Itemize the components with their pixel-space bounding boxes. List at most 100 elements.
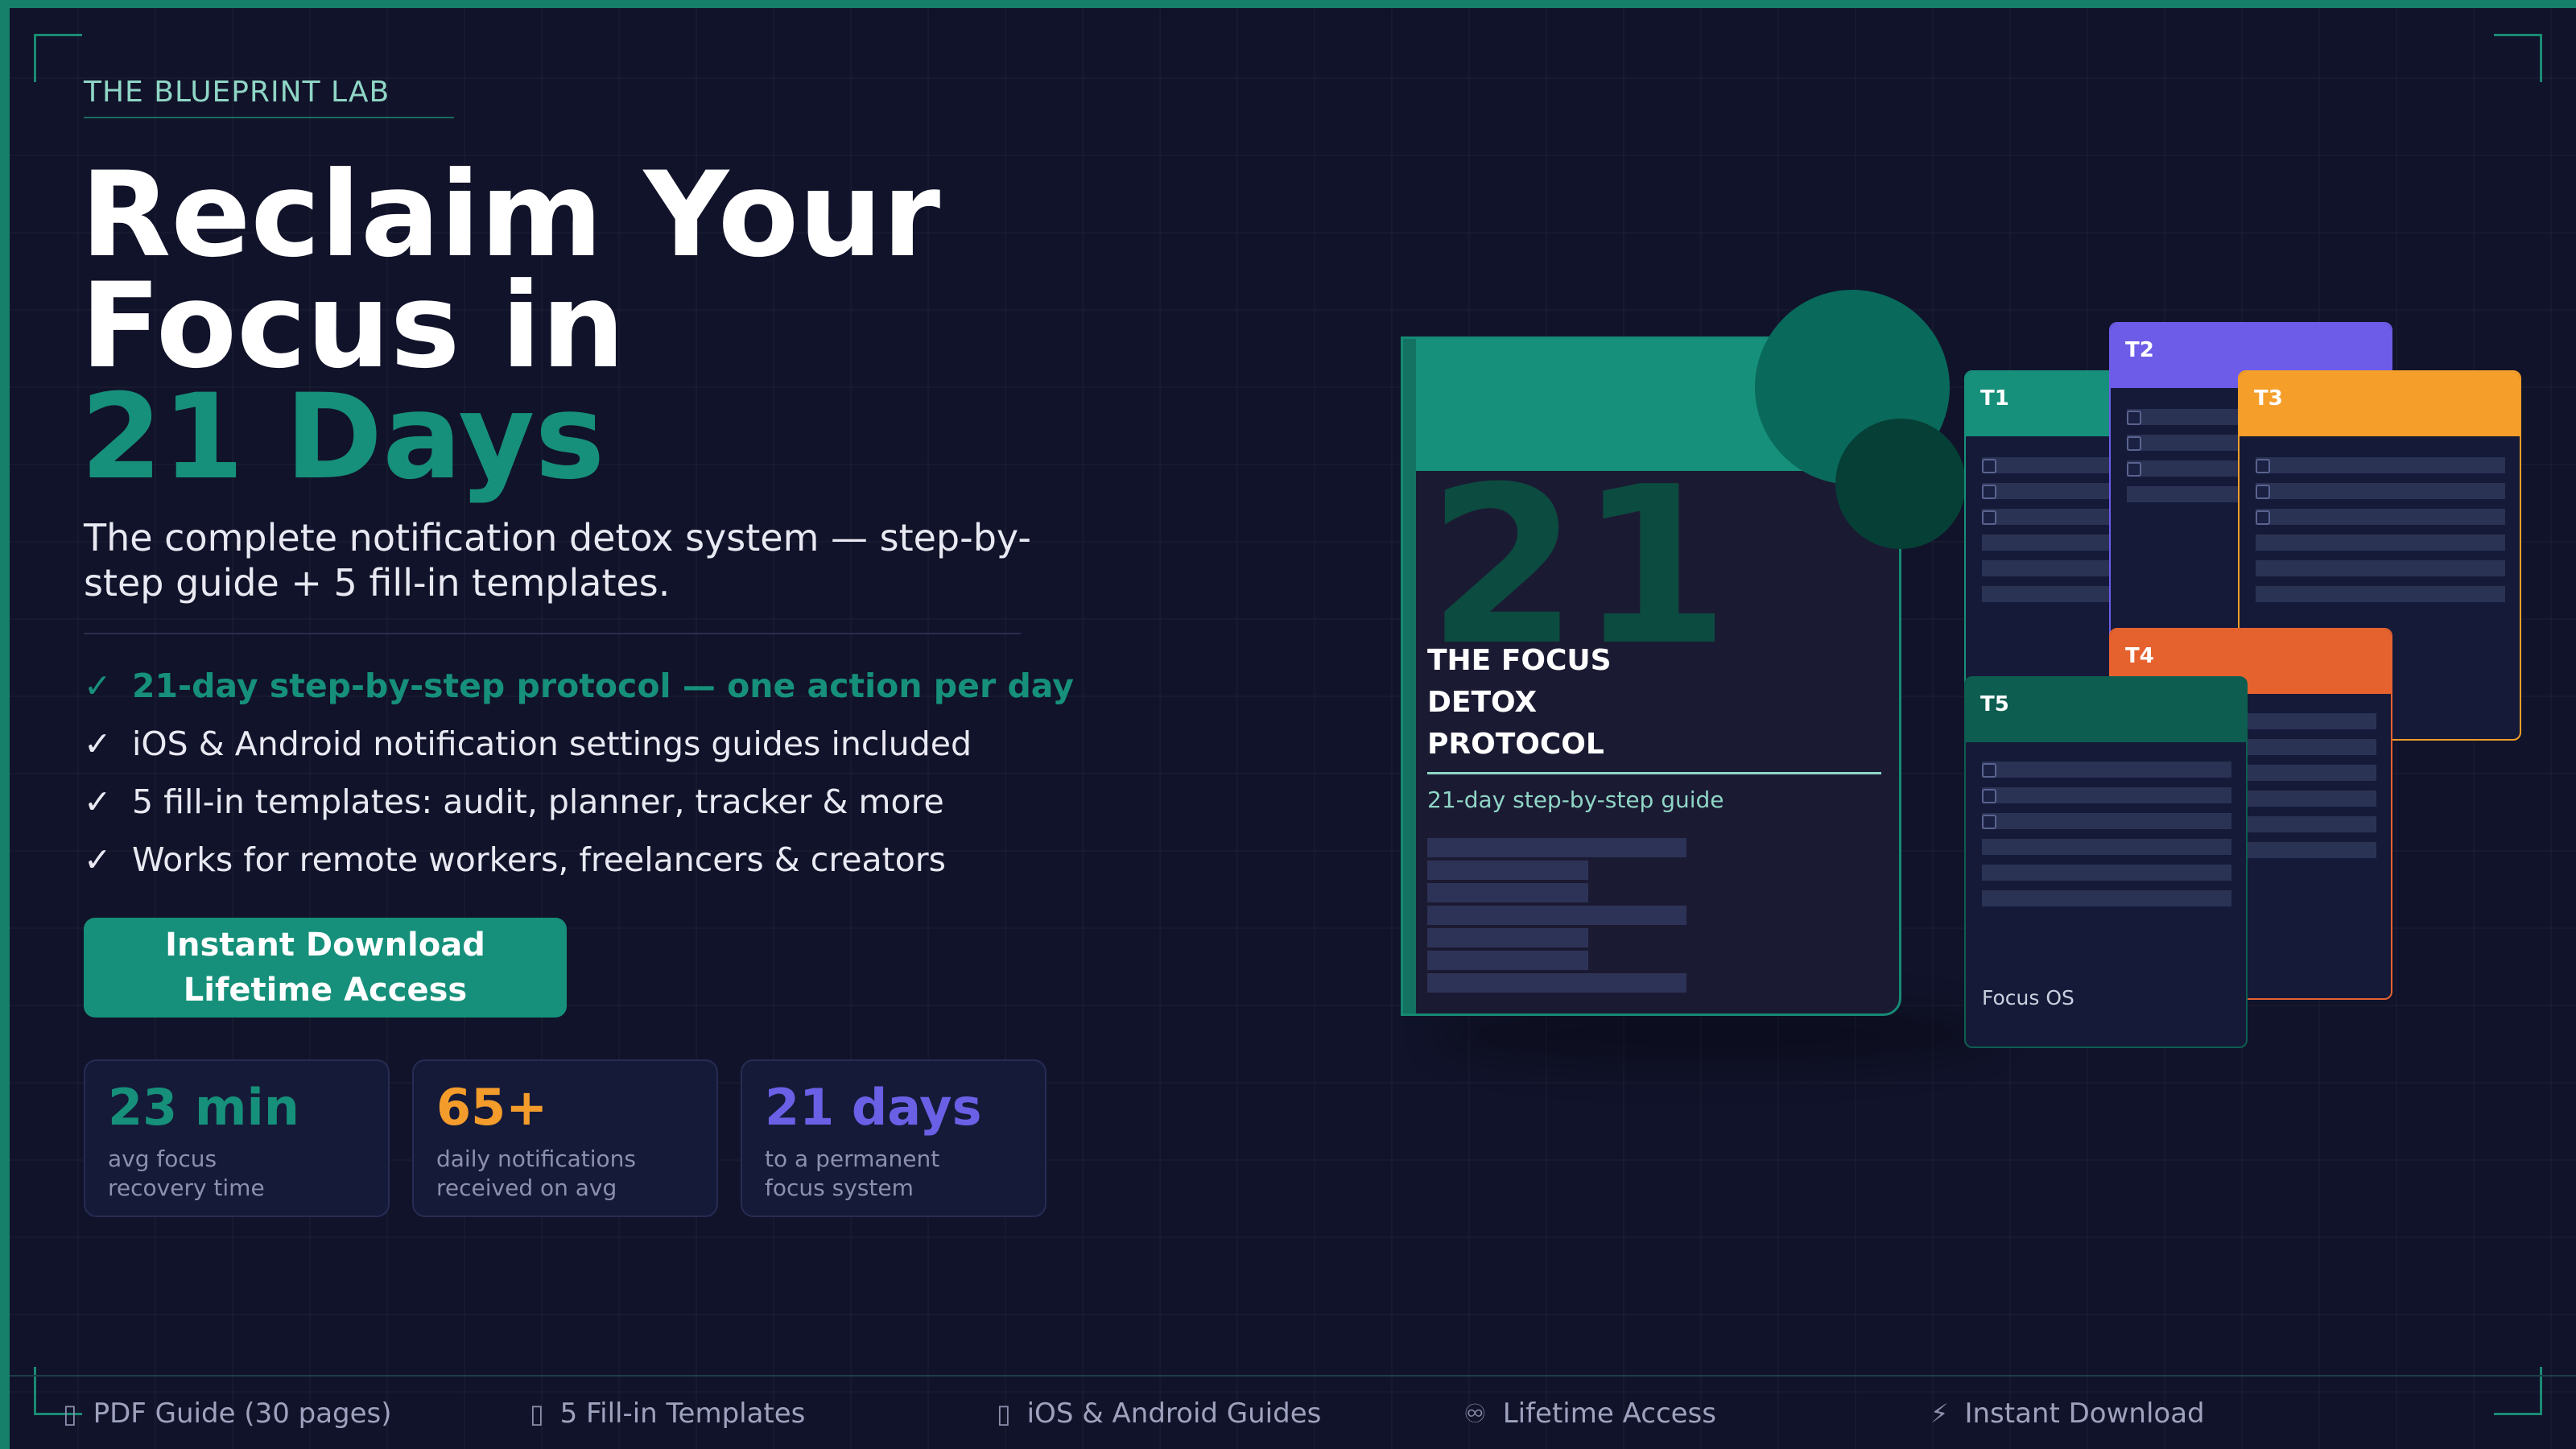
template-row	[1982, 813, 2231, 829]
stat-label-line: to a permanent	[765, 1146, 940, 1172]
footer-item-label: Instant Download	[1964, 1397, 2205, 1430]
headline-line-1: Reclaim Your	[80, 147, 941, 283]
book-text-line	[1427, 906, 1686, 925]
template-row	[2256, 483, 2505, 499]
cta-line-2: Lifetime Access	[183, 972, 468, 1009]
footer-item-lifetime: ♾ Lifetime Access	[1463, 1397, 1716, 1430]
feature-text: Works for remote workers, freelancers & …	[132, 840, 947, 879]
feature-text: 21-day step-by-step protocol — one actio…	[132, 667, 1074, 705]
book-title-line: THE FOCUS	[1427, 644, 1612, 677]
template-footer-label: Focus OS	[1982, 986, 2074, 1009]
checkbox-icon	[1982, 789, 1996, 803]
instant-download-button[interactable]: Instant Download Lifetime Access	[84, 918, 567, 1018]
corner-bracket-top-left	[34, 34, 82, 82]
subheadline: The complete notification detox system —…	[84, 516, 1031, 605]
checkbox-icon	[2127, 411, 2141, 425]
headline-line-2: Focus in	[80, 258, 625, 394]
footer-item-label: PDF Guide (30 pages)	[93, 1397, 392, 1430]
feature-item: ✓ 21-day step-by-step protocol — one act…	[84, 657, 1074, 715]
checkbox-icon	[1982, 763, 1996, 778]
template-label: T5	[1966, 678, 2246, 742]
checkbox-icon	[1982, 815, 1996, 829]
book-title: THE FOCUS DETOX PROTOCOL	[1427, 640, 1612, 766]
template-label: T3	[2240, 372, 2520, 436]
book-text-line	[1427, 973, 1686, 993]
footer-divider	[10, 1375, 2576, 1377]
book-subtitle: 21-day step-by-step guide	[1427, 786, 1724, 813]
stat-label: daily notifications received on avg	[436, 1145, 694, 1203]
footer-item-label: iOS & Android Guides	[1026, 1397, 1322, 1430]
divider	[84, 633, 1021, 634]
book-text-line	[1427, 883, 1588, 902]
headline-accent: 21 Days	[80, 369, 605, 506]
template-row	[1982, 787, 2231, 803]
stat-card-days: 21 days to a permanent focus system	[741, 1059, 1046, 1217]
template-row	[2256, 586, 2505, 602]
infinity-icon: ♾	[1463, 1398, 1487, 1429]
book-title-line: DETOX	[1427, 686, 1538, 719]
template-row	[2256, 560, 2505, 576]
stat-label-line: recovery time	[108, 1174, 265, 1201]
footer-item-label: 5 Fill-in Templates	[559, 1397, 806, 1430]
document-icon: ▯	[63, 1398, 77, 1429]
checkbox-icon	[2127, 436, 2141, 451]
book-text-line	[1427, 951, 1588, 970]
template-row	[1982, 865, 2231, 881]
check-icon: ✓	[84, 667, 112, 705]
checkbox-icon	[1982, 459, 1996, 473]
cta-line-1: Instant Download	[165, 927, 485, 964]
template-row	[2256, 535, 2505, 551]
footer-item-guides: ▯ iOS & Android Guides	[997, 1397, 1321, 1430]
stat-label-line: daily notifications	[436, 1146, 637, 1172]
left-accent-bar	[0, 0, 10, 1449]
checkbox-icon	[1982, 510, 1996, 525]
checkbox-icon	[1982, 485, 1996, 499]
checkbox-icon	[2256, 459, 2270, 473]
feature-text: iOS & Android notification settings guid…	[132, 724, 972, 763]
footer-item-download: ⚡ Instant Download	[1930, 1397, 2205, 1430]
checkbox-icon	[2256, 485, 2270, 499]
feature-list: ✓ 21-day step-by-step protocol — one act…	[84, 657, 1074, 889]
template-row	[1982, 890, 2231, 906]
template-row	[1982, 839, 2231, 855]
stat-value: 21 days	[765, 1078, 982, 1137]
stat-card-notifications: 65+ daily notifications received on avg	[412, 1059, 718, 1217]
book-spine	[1403, 339, 1416, 1013]
corner-bracket-top-right	[2494, 34, 2542, 82]
stat-value: 23 min	[108, 1078, 299, 1137]
checkbox-icon	[2256, 510, 2270, 525]
stat-label: to a permanent focus system	[765, 1145, 1022, 1203]
top-accent-bar	[0, 0, 2576, 8]
template-row	[2256, 509, 2505, 525]
footer-feature-bar: ▯ PDF Guide (30 pages) ▯ 5 Fill-in Templ…	[0, 1397, 2576, 1436]
footer-item-pdf: ▯ PDF Guide (30 pages)	[63, 1397, 392, 1430]
book-text-line	[1427, 928, 1588, 947]
book-text-line	[1427, 861, 1588, 880]
stat-label: avg focus recovery time	[108, 1145, 365, 1203]
book-rule	[1427, 772, 1881, 774]
check-icon: ✓	[84, 782, 112, 821]
stat-label-line: received on avg	[436, 1174, 617, 1201]
check-icon: ✓	[84, 840, 112, 879]
stat-value: 65+	[436, 1078, 548, 1137]
headline: Reclaim Your Focus in 21 Days	[80, 147, 941, 506]
stat-label-line: avg focus	[108, 1146, 217, 1172]
feature-item: ✓ iOS & Android notification settings gu…	[84, 715, 1074, 773]
brand-label: THE BLUEPRINT LAB	[84, 76, 454, 118]
phone-icon: ▯	[997, 1398, 1011, 1429]
template-row	[1982, 762, 2231, 778]
stat-label-line: focus system	[765, 1174, 914, 1201]
feature-text: 5 fill-in templates: audit, planner, tra…	[132, 782, 944, 821]
feature-item: ✓ 5 fill-in templates: audit, planner, t…	[84, 773, 1074, 831]
book-text-line	[1427, 838, 1686, 857]
footer-item-templates: ▯ 5 Fill-in Templates	[530, 1397, 805, 1430]
decor-circle	[1835, 419, 1966, 549]
clipboard-icon: ▯	[530, 1398, 544, 1429]
feature-item: ✓ Works for remote workers, freelancers …	[84, 831, 1074, 889]
footer-item-label: Lifetime Access	[1502, 1397, 1716, 1430]
template-card-t5: T5 Focus OS	[1964, 676, 2248, 1048]
lightning-icon: ⚡	[1930, 1398, 1949, 1429]
template-row	[2256, 457, 2505, 473]
book-title-line: PROTOCOL	[1427, 728, 1604, 761]
checkbox-icon	[2127, 462, 2141, 477]
